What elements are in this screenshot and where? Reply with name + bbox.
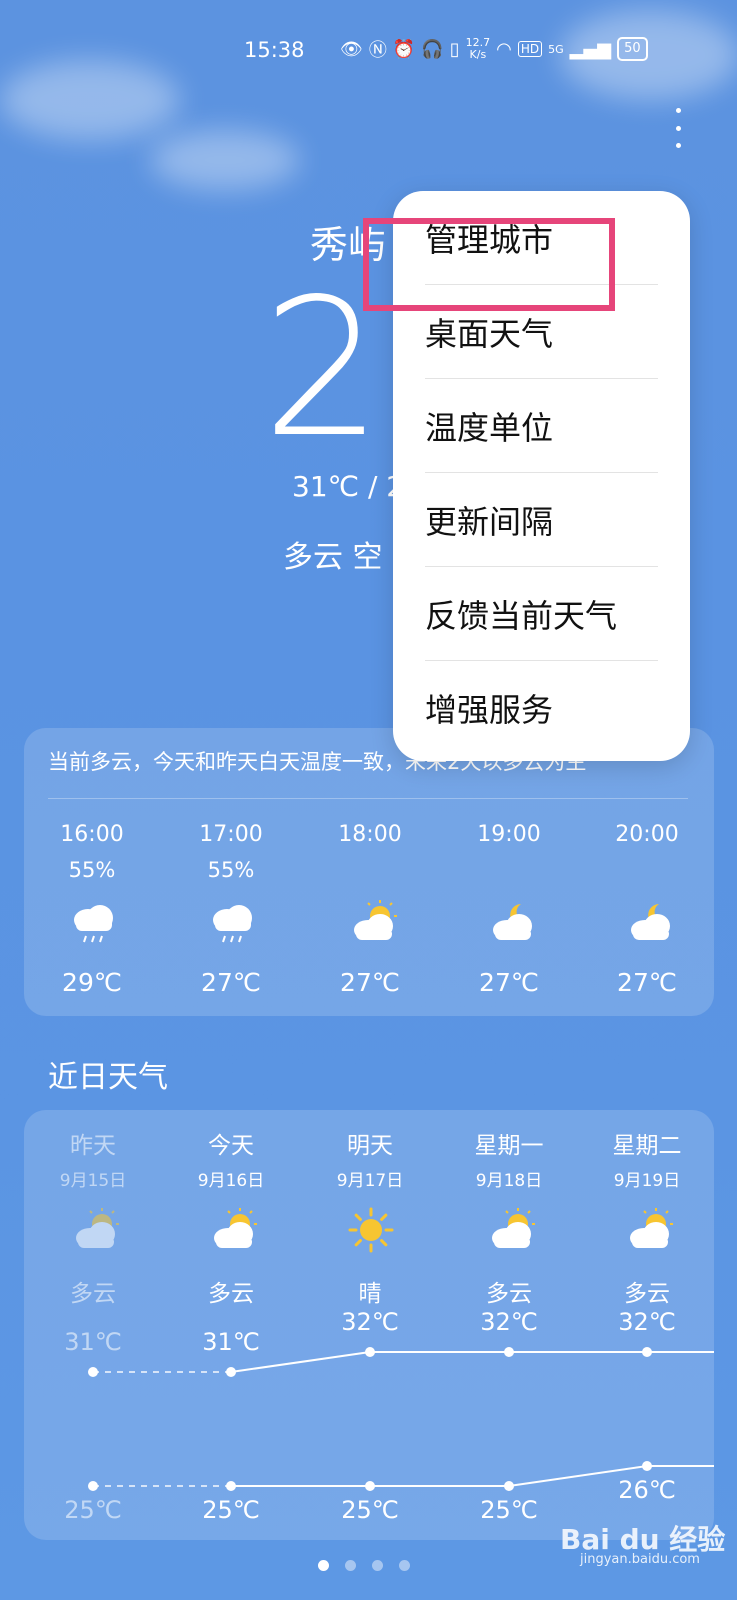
cloud-decoration xyxy=(150,130,300,190)
hour-time: 16:00 xyxy=(60,822,124,847)
signal-icon: ▂▄▆ xyxy=(569,38,612,60)
cloud-decoration xyxy=(0,60,180,140)
menu-item-temperature-unit[interactable]: 温度单位 xyxy=(425,379,658,473)
more-options-button[interactable] xyxy=(662,100,694,156)
temperature-point xyxy=(88,1481,98,1491)
precipitation-chance: 55% xyxy=(68,858,116,882)
hour-temperature: 27℃ xyxy=(617,968,677,997)
temperature-point xyxy=(642,1347,652,1357)
temperature-line-segment xyxy=(508,1465,648,1487)
partly-cloudy-day-icon xyxy=(346,898,397,946)
temperature-point xyxy=(365,1347,375,1357)
dot-icon xyxy=(675,108,681,113)
partly-cloudy-night-icon xyxy=(623,898,673,946)
cloud-rain-icon xyxy=(68,898,118,946)
current-condition: 多云 空 xyxy=(283,540,383,575)
alarm-icon: ⏰ xyxy=(392,38,416,60)
temperature-chart xyxy=(88,1347,714,1491)
temperature-range: 31℃ / 2 xyxy=(292,470,405,503)
page-dot[interactable] xyxy=(318,1560,329,1571)
status-icons: 👁 Ⓝ ⏰ 🎧 ▯ 12.7 K/s ◠ HD 5G ▂▄▆ 50 xyxy=(340,36,648,62)
temperature-point xyxy=(504,1347,514,1357)
temperature-point xyxy=(226,1481,236,1491)
status-time: 15:38 xyxy=(244,38,305,62)
hour-temperature: 29℃ xyxy=(62,968,122,997)
highlight-annotation xyxy=(363,218,615,311)
daily-forecast-card[interactable]: 昨天 9月15日 多云 今天 9月16日 多云 明天 9月17日晴星期一 9月18日 多云 星期二 9… xyxy=(24,1110,714,1540)
eye-icon: 👁 xyxy=(340,38,363,60)
page-indicator xyxy=(318,1560,410,1571)
partly-cloudy-night-icon xyxy=(485,898,535,946)
wifi-icon: ◠ xyxy=(496,38,512,60)
section-title: 近日天气 xyxy=(48,1060,168,1095)
net-speed: 12.7 K/s xyxy=(465,36,491,61)
hour-temperature: 27℃ xyxy=(340,968,400,997)
hour-time: 20:00 xyxy=(615,822,679,847)
nfc-icon: Ⓝ xyxy=(368,40,387,61)
page-dot[interactable] xyxy=(399,1560,410,1571)
signal-label: 5G xyxy=(548,42,564,56)
divider xyxy=(48,798,688,799)
hour-time: 19:00 xyxy=(477,822,541,847)
menu-item-update-interval[interactable]: 更新间隔 xyxy=(425,473,658,567)
temperature-point xyxy=(88,1367,98,1377)
hd-badge: HD xyxy=(517,41,543,57)
page-dot[interactable] xyxy=(372,1560,383,1571)
temperature-point xyxy=(504,1481,514,1491)
vibrate-icon: ▯ xyxy=(449,38,460,60)
battery-indicator: 50 xyxy=(617,37,648,61)
temperature-point xyxy=(642,1461,652,1471)
hour-temperature: 27℃ xyxy=(201,968,261,997)
dot-icon xyxy=(675,125,681,131)
hour-temperature: 27℃ xyxy=(479,968,539,997)
status-bar: 15:38 👁 Ⓝ ⏰ 🎧 ▯ 12.7 K/s ◠ HD 5G ▂▄▆ 50 xyxy=(0,30,737,70)
temperature-line-segment xyxy=(230,1351,371,1373)
cloud-rain-icon xyxy=(207,898,257,946)
precipitation-chance: 55% xyxy=(207,858,255,882)
hourly-forecast-card[interactable]: 当前多云，今天和昨天白天温度一致，未来2天以多云为主 16:00 55% 29℃ 17… xyxy=(24,728,714,1016)
hour-time: 17:00 xyxy=(199,822,263,847)
menu-item-feedback[interactable]: 反馈当前天气 xyxy=(425,567,658,661)
temperature-point xyxy=(365,1481,375,1491)
dot-icon xyxy=(675,143,681,148)
hour-time: 18:00 xyxy=(338,822,402,847)
watermark-url: jingyan.baidu.com xyxy=(580,1552,700,1567)
menu-item-enhanced-service[interactable]: 增强服务 xyxy=(425,661,658,755)
headphones-icon: 🎧 xyxy=(421,38,444,60)
page-dot[interactable] xyxy=(345,1560,356,1571)
temperature-point xyxy=(226,1367,236,1377)
